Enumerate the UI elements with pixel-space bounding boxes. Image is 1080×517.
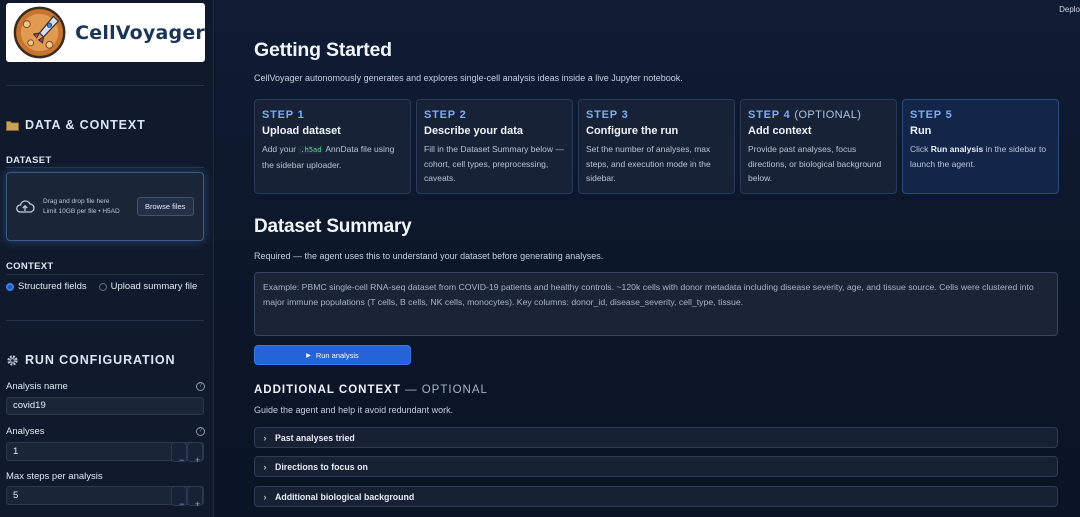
dropzone-text: Drag and drop file here Limit 10GB per f… bbox=[43, 197, 120, 217]
step-title: Upload dataset bbox=[262, 125, 341, 137]
browse-files-button[interactable]: Browse files bbox=[136, 197, 194, 216]
chevron-right-icon: › bbox=[263, 432, 267, 443]
intro-text: CellVoyager autonomously generates and e… bbox=[254, 73, 683, 83]
step-title: Run bbox=[910, 125, 932, 137]
upload-cloud-icon bbox=[16, 199, 35, 213]
chevron-right-icon: › bbox=[263, 491, 267, 502]
step-card-2: STEP 2 Describe your data Fill in the Da… bbox=[416, 99, 573, 194]
file-extension-code: .h5ad bbox=[298, 146, 324, 154]
max-steps-label: Max steps per analysis bbox=[6, 471, 103, 482]
data-context-title: DATA & CONTEXT bbox=[25, 118, 146, 132]
data-context-heading: DATA & CONTEXT bbox=[6, 118, 146, 132]
expander-label: Past analyses tried bbox=[275, 432, 355, 443]
step-number: STEP 4 (OPTIONAL) bbox=[748, 109, 862, 121]
optional-tag: (OPTIONAL) bbox=[794, 109, 862, 121]
step-description: Add your .h5ad AnnData file using the si… bbox=[262, 144, 395, 170]
step-number: STEP 3 bbox=[586, 109, 629, 121]
step-description: Set the number of analyses, max steps, a… bbox=[586, 144, 711, 183]
expander-label: Additional biological background bbox=[275, 491, 415, 502]
play-icon: ▶ bbox=[306, 352, 311, 359]
rocket-cell-logo-icon bbox=[13, 6, 66, 59]
dataset-summary-textarea[interactable]: Example: PBMC single-cell RNA-seq datase… bbox=[254, 272, 1058, 336]
analyses-value[interactable]: 1 bbox=[7, 446, 171, 457]
decrement-button[interactable]: − bbox=[171, 441, 187, 465]
step-description: Fill in the Dataset Summary below — coho… bbox=[424, 144, 564, 183]
chevron-right-icon: › bbox=[263, 461, 267, 472]
dataset-label: DATASET bbox=[6, 155, 52, 166]
optional-tag: — OPTIONAL bbox=[405, 384, 488, 396]
increment-button[interactable]: + bbox=[187, 441, 203, 465]
app-logo: CellVoyager bbox=[6, 3, 205, 62]
max-steps-stepper[interactable]: 5 − + bbox=[6, 485, 204, 509]
sidebar-divider bbox=[6, 274, 204, 275]
help-icon[interactable]: ? bbox=[196, 382, 205, 391]
dropzone-primary-text: Drag and drop file here bbox=[43, 197, 110, 205]
page-title: Getting Started bbox=[254, 39, 392, 61]
step-number: STEP 1 bbox=[262, 109, 305, 121]
radio-structured-fields-label[interactable]: Structured fields bbox=[18, 281, 87, 292]
step-card-1: STEP 1 Upload dataset Add your .h5ad Ann… bbox=[254, 99, 411, 194]
sidebar-divider bbox=[6, 167, 204, 168]
steps-row: STEP 1 Upload dataset Add your .h5ad Ann… bbox=[254, 99, 1059, 194]
step-title: Add context bbox=[748, 125, 812, 137]
dataset-summary-title: Dataset Summary bbox=[254, 216, 412, 237]
expander-directions[interactable]: › Directions to focus on bbox=[254, 456, 1058, 477]
analysis-name-input[interactable]: covid19 bbox=[6, 397, 204, 415]
step-number: STEP 5 bbox=[910, 109, 953, 121]
folder-icon bbox=[6, 120, 19, 131]
gear-icon bbox=[7, 354, 18, 366]
radio-upload-summary-file[interactable] bbox=[98, 282, 107, 291]
radio-structured-fields[interactable] bbox=[6, 282, 14, 291]
app-logo-text: CellVoyager bbox=[75, 21, 205, 44]
run-analysis-button[interactable]: ▶ Run analysis bbox=[254, 345, 411, 365]
step-description: Click Run analysis in the sidebar to lau… bbox=[910, 144, 1047, 169]
expander-label: Directions to focus on bbox=[275, 461, 368, 472]
step-title: Configure the run bbox=[586, 125, 679, 137]
analyses-label: Analyses bbox=[6, 426, 45, 437]
step-number: STEP 2 bbox=[424, 109, 467, 121]
dropzone-limit-text: Limit 10GB per file • H5AD bbox=[43, 207, 120, 215]
expander-biological-background[interactable]: › Additional biological background bbox=[254, 486, 1058, 507]
analyses-stepper[interactable]: 1 − + bbox=[6, 441, 204, 465]
step-card-4: STEP 4 (OPTIONAL) Add context Provide pa… bbox=[740, 99, 897, 194]
step-title: Describe your data bbox=[424, 125, 524, 137]
max-steps-value[interactable]: 5 bbox=[7, 490, 171, 501]
sidebar: CellVoyager DATA & CONTEXT DATASET Drag … bbox=[0, 0, 214, 517]
deploy-button[interactable]: Deplo bbox=[1059, 5, 1080, 14]
additional-context-title: ADDITIONAL CONTEXT — OPTIONAL bbox=[254, 384, 488, 396]
step-description: Provide past analyses, focus directions,… bbox=[748, 144, 882, 183]
step-card-3: STEP 3 Configure the run Set the number … bbox=[578, 99, 735, 194]
run-configuration-title: RUN CONFIGURATION bbox=[25, 353, 176, 367]
analysis-name-label: Analysis name bbox=[6, 381, 68, 392]
sidebar-divider bbox=[6, 85, 204, 86]
run-configuration-heading: RUN CONFIGURATION bbox=[6, 353, 175, 367]
expander-past-analyses[interactable]: › Past analyses tried bbox=[254, 427, 1058, 448]
main-content: Deplo Getting Started CellVoyager autono… bbox=[215, 0, 1080, 517]
run-analysis-label: Run analysis bbox=[315, 350, 359, 360]
sidebar-divider bbox=[6, 320, 204, 321]
dataset-summary-note: Required — the agent uses this to unders… bbox=[254, 251, 604, 261]
decrement-button[interactable]: − bbox=[171, 485, 187, 509]
context-label: CONTEXT bbox=[6, 261, 54, 272]
radio-upload-summary-file-label[interactable]: Upload summary file bbox=[111, 281, 198, 292]
additional-context-note: Guide the agent and help it avoid redund… bbox=[254, 405, 454, 415]
step-card-5: STEP 5 Run Click Run analysis in the sid… bbox=[902, 99, 1059, 194]
context-radio-group: Structured fields Upload summary file bbox=[6, 281, 197, 292]
help-icon[interactable]: ? bbox=[196, 427, 205, 436]
file-dropzone[interactable]: Drag and drop file here Limit 10GB per f… bbox=[6, 172, 204, 241]
increment-button[interactable]: + bbox=[187, 485, 203, 509]
